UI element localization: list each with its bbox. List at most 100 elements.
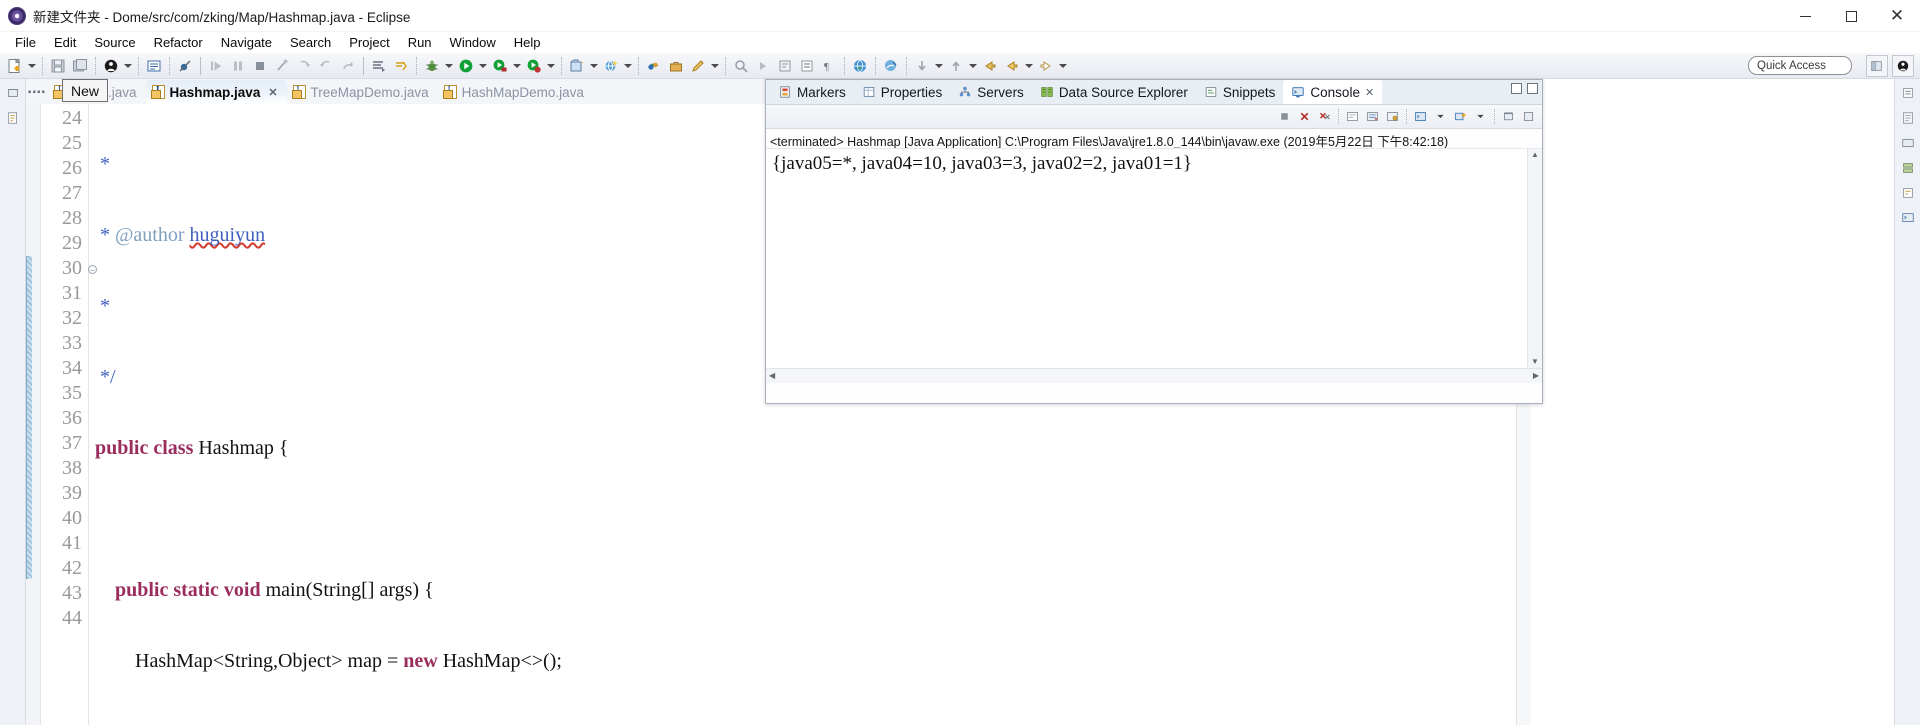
menu-file[interactable]: File — [6, 34, 45, 51]
minimized-view-button[interactable] — [1897, 132, 1919, 154]
save-button[interactable] — [47, 55, 69, 77]
new-java-class-button[interactable] — [100, 55, 122, 77]
new-project-dropdown-arrow[interactable] — [588, 55, 600, 77]
minimize-button[interactable] — [1782, 0, 1828, 32]
scroll-up-arrow-icon[interactable]: ▲ — [1528, 149, 1542, 161]
display-selected-console-button[interactable] — [1411, 107, 1430, 126]
outline-fastview-button[interactable] — [1897, 82, 1919, 104]
menu-search[interactable]: Search — [281, 34, 340, 51]
open-perspective-switch-button[interactable] — [1866, 55, 1888, 77]
menu-navigate[interactable]: Navigate — [212, 34, 281, 51]
back-dropdown-arrow[interactable] — [1023, 55, 1035, 77]
fold-collapse-icon[interactable]: – — [88, 265, 97, 274]
editor-tab-treemapdemo[interactable]: TreeMapDemo.java — [287, 80, 438, 104]
run-config-dropdown-arrow[interactable] — [545, 55, 557, 77]
editor-tab-hashmapdemo[interactable]: HashMapDemo.java — [438, 80, 593, 104]
open-type-button[interactable] — [143, 55, 165, 77]
resume-button[interactable] — [205, 55, 227, 77]
scroll-lock-button[interactable] — [1363, 107, 1382, 126]
close-console-tab-icon[interactable]: ✕ — [1365, 86, 1374, 99]
back-history-button[interactable] — [979, 55, 1001, 77]
minimize-console-button[interactable] — [1499, 107, 1518, 126]
remove-launch-button[interactable] — [1295, 107, 1314, 126]
scroll-left-arrow-icon[interactable]: ◀ — [766, 370, 778, 382]
restore-view-button[interactable] — [2, 82, 24, 104]
run-dropdown-arrow[interactable] — [477, 55, 489, 77]
maximize-console-button[interactable] — [1519, 107, 1538, 126]
console-output-area[interactable]: {java05=*, java04=10, java03=3, java02=2… — [766, 149, 1542, 383]
console-vertical-scrollbar[interactable]: ▲ ▼ — [1527, 149, 1542, 368]
snippets-fastview-button[interactable] — [1897, 182, 1919, 204]
close-button[interactable]: ✕ — [1874, 0, 1920, 32]
terminate-button[interactable] — [249, 55, 271, 77]
quick-fix-dropdown-arrow[interactable] — [709, 55, 721, 77]
save-all-button[interactable] — [69, 55, 91, 77]
servers-fastview-button[interactable] — [1897, 157, 1919, 179]
forward-button[interactable] — [1035, 55, 1057, 77]
pin-console-button[interactable] — [1383, 107, 1402, 126]
view-tab-console[interactable]: Console ✕ — [1283, 80, 1383, 104]
new-dropdown-arrow[interactable] — [26, 55, 38, 77]
previous-location-button[interactable] — [945, 55, 967, 77]
debug-button[interactable] — [421, 55, 443, 77]
forward-dropdown-arrow[interactable] — [1057, 55, 1069, 77]
quick-fix-button[interactable] — [687, 55, 709, 77]
new-java-project-button[interactable] — [566, 55, 588, 77]
view-tab-snippets[interactable]: Snippets — [1196, 80, 1284, 104]
minimize-panel-button[interactable] — [1511, 83, 1522, 94]
run-external-tools-button[interactable] — [489, 55, 511, 77]
pin-console-button[interactable] — [390, 55, 412, 77]
suspend-button[interactable] — [227, 55, 249, 77]
next-annotation-button[interactable] — [752, 55, 774, 77]
menu-source[interactable]: Source — [85, 34, 144, 51]
toggle-mark-occurrences-button[interactable] — [796, 55, 818, 77]
remove-all-terminated-button[interactable] — [1315, 107, 1334, 126]
java-perspective-button[interactable] — [1892, 55, 1914, 77]
new-class-dropdown-arrow[interactable] — [122, 55, 134, 77]
open-resource-button[interactable] — [880, 55, 902, 77]
previous-edit-button[interactable] — [774, 55, 796, 77]
maximize-button[interactable] — [1828, 0, 1874, 32]
open-console-button[interactable] — [368, 55, 390, 77]
scroll-down-arrow-icon[interactable]: ▼ — [1528, 356, 1542, 368]
console-fastview-button[interactable] — [1897, 207, 1919, 229]
view-tab-servers[interactable]: Servers — [950, 80, 1032, 104]
search-button[interactable] — [730, 55, 752, 77]
step-into-button[interactable] — [293, 55, 315, 77]
terminate-console-button[interactable] — [1275, 107, 1294, 126]
open-perspective-button[interactable] — [643, 55, 665, 77]
step-return-button[interactable] — [337, 55, 359, 77]
open-web-browser-button[interactable] — [849, 55, 871, 77]
view-tab-data-source-explorer[interactable]: Data Source Explorer — [1032, 80, 1196, 104]
step-over-button[interactable] — [315, 55, 337, 77]
new-button[interactable] — [4, 55, 26, 77]
new-package-dropdown-arrow[interactable] — [622, 55, 634, 77]
run-external-dropdown-arrow[interactable] — [511, 55, 523, 77]
disconnect-button[interactable] — [271, 55, 293, 77]
back-button[interactable] — [1001, 55, 1023, 77]
menu-project[interactable]: Project — [340, 34, 398, 51]
menu-run[interactable]: Run — [399, 34, 441, 51]
show-whitespace-button[interactable]: ¶ — [818, 55, 840, 77]
run-button[interactable] — [455, 55, 477, 77]
task-list-fastview-button[interactable] — [1897, 107, 1919, 129]
close-tab-icon[interactable]: ✕ — [268, 86, 277, 99]
run-configurations-button[interactable] — [523, 55, 545, 77]
console-horizontal-scrollbar[interactable]: ◀ ▶ — [766, 368, 1542, 383]
debug-dropdown-arrow[interactable] — [443, 55, 455, 77]
menu-help[interactable]: Help — [505, 34, 550, 51]
console-menu-dropdown[interactable] — [1471, 107, 1490, 126]
open-console-menu-button[interactable] — [1451, 107, 1470, 126]
open-task-button[interactable] — [665, 55, 687, 77]
view-tab-properties[interactable]: Properties — [854, 80, 951, 104]
menu-edit[interactable]: Edit — [45, 34, 85, 51]
display-console-dropdown[interactable] — [1431, 107, 1450, 126]
package-explorer-fastview-button[interactable] — [2, 107, 24, 129]
editor-tab-hashmap[interactable]: Hashmap.java ✕ — [145, 80, 287, 104]
previous-location-dropdown-arrow[interactable] — [967, 55, 979, 77]
new-package-button[interactable] — [600, 55, 622, 77]
editor-drag-handle[interactable]: ▪▪▪▪ — [26, 80, 48, 104]
next-edit-location-button[interactable] — [911, 55, 933, 77]
menu-refactor[interactable]: Refactor — [145, 34, 212, 51]
menu-window[interactable]: Window — [441, 34, 505, 51]
